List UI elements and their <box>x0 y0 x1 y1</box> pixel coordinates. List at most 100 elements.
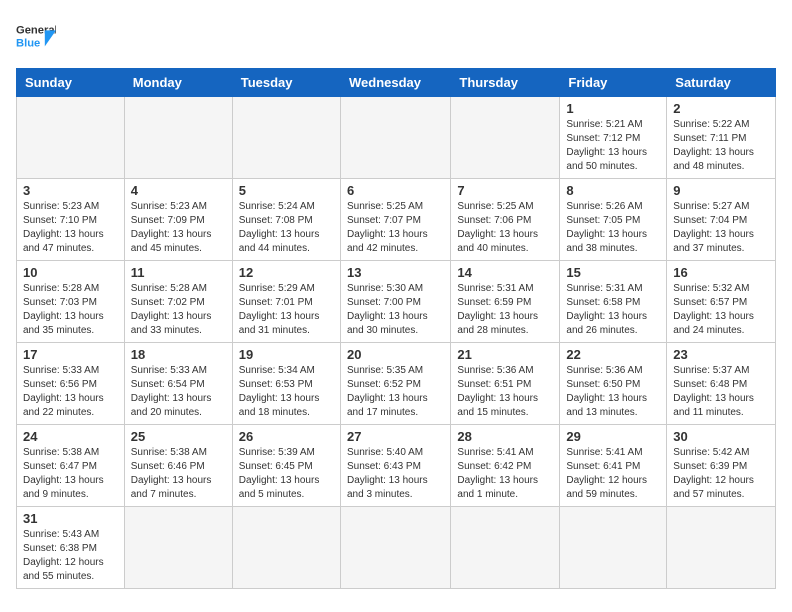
day-info: Sunrise: 5:30 AM Sunset: 7:00 PM Dayligh… <box>347 282 444 338</box>
calendar-cell: 20 Sunrise: 5:35 AM Sunset: 6:52 PM Dayli… <box>340 343 450 425</box>
day-number: 2 <box>673 101 769 116</box>
svg-text:Blue: Blue <box>16 37 40 49</box>
week-row-2: 10Sunrise: 5:28 AM Sunset: 7:03 PM Dayli… <box>17 261 776 343</box>
day-number: 23 <box>673 347 769 362</box>
week-row-3: 17 Sunrise: 5:33 AM Sunset: 6:56 PM Dayli… <box>17 343 776 425</box>
day-info: Sunrise: 5:35 AM Sunset: 6:52 PM Dayligh… <box>347 364 444 420</box>
day-info: Sunrise: 5:28 AM Sunset: 7:03 PM Dayligh… <box>23 282 118 338</box>
day-number: 21 <box>457 347 553 362</box>
day-number: 28 <box>457 429 553 444</box>
calendar-cell <box>451 507 560 589</box>
day-number: 29 <box>566 429 660 444</box>
calendar-cell <box>124 97 232 179</box>
day-number: 31 <box>23 511 118 526</box>
day-info: Sunrise: 5:21 AM Sunset: 7:12 PM Dayligh… <box>566 118 660 174</box>
calendar-cell: 13 Sunrise: 5:30 AM Sunset: 7:00 PM Dayli… <box>340 261 450 343</box>
day-number: 25 <box>131 429 226 444</box>
day-info: Sunrise: 5:42 AM Sunset: 6:39 PM Dayligh… <box>673 446 769 502</box>
day-info: Sunrise: 5:31 AM Sunset: 6:58 PM Dayligh… <box>566 282 660 338</box>
weekday-header-friday: Friday <box>560 69 667 97</box>
calendar-cell: 2 Sunrise: 5:22 AM Sunset: 7:11 PM Daylig… <box>667 97 776 179</box>
day-info: Sunrise: 5:22 AM Sunset: 7:11 PM Dayligh… <box>673 118 769 174</box>
day-number: 16 <box>673 265 769 280</box>
day-number: 22 <box>566 347 660 362</box>
weekday-header-thursday: Thursday <box>451 69 560 97</box>
day-info: Sunrise: 5:23 AM Sunset: 7:10 PM Dayligh… <box>23 200 118 256</box>
calendar-cell <box>124 507 232 589</box>
calendar-cell: 19 Sunrise: 5:34 AM Sunset: 6:53 PM Dayli… <box>232 343 340 425</box>
weekday-header-monday: Monday <box>124 69 232 97</box>
day-number: 17 <box>23 347 118 362</box>
day-info: Sunrise: 5:25 AM Sunset: 7:06 PM Dayligh… <box>457 200 553 256</box>
day-info: Sunrise: 5:37 AM Sunset: 6:48 PM Dayligh… <box>673 364 769 420</box>
day-info: Sunrise: 5:41 AM Sunset: 6:41 PM Dayligh… <box>566 446 660 502</box>
day-number: 1 <box>566 101 660 116</box>
day-info: Sunrise: 5:33 AM Sunset: 6:56 PM Dayligh… <box>23 364 118 420</box>
calendar-cell: 9Sunrise: 5:27 AM Sunset: 7:04 PM Daylig… <box>667 179 776 261</box>
day-info: Sunrise: 5:40 AM Sunset: 6:43 PM Dayligh… <box>347 446 444 502</box>
calendar-cell: 25 Sunrise: 5:38 AM Sunset: 6:46 PM Dayli… <box>124 425 232 507</box>
day-number: 5 <box>239 183 334 198</box>
calendar-cell: 29 Sunrise: 5:41 AM Sunset: 6:41 PM Dayli… <box>560 425 667 507</box>
day-info: Sunrise: 5:38 AM Sunset: 6:46 PM Dayligh… <box>131 446 226 502</box>
day-number: 27 <box>347 429 444 444</box>
day-number: 9 <box>673 183 769 198</box>
day-info: Sunrise: 5:34 AM Sunset: 6:53 PM Dayligh… <box>239 364 334 420</box>
week-row-1: 3Sunrise: 5:23 AM Sunset: 7:10 PM Daylig… <box>17 179 776 261</box>
week-row-5: 31 Sunrise: 5:43 AM Sunset: 6:38 PM Dayli… <box>17 507 776 589</box>
day-info: Sunrise: 5:41 AM Sunset: 6:42 PM Dayligh… <box>457 446 553 502</box>
calendar-cell <box>667 507 776 589</box>
calendar-cell: 18Sunrise: 5:33 AM Sunset: 6:54 PM Dayli… <box>124 343 232 425</box>
logo-area: General Blue <box>16 16 56 56</box>
calendar-cell: 11 Sunrise: 5:28 AM Sunset: 7:02 PM Dayli… <box>124 261 232 343</box>
generalblue-logo-icon: General Blue <box>16 16 56 56</box>
header: General Blue <box>16 16 776 56</box>
day-info: Sunrise: 5:28 AM Sunset: 7:02 PM Dayligh… <box>131 282 226 338</box>
calendar-cell: 28 Sunrise: 5:41 AM Sunset: 6:42 PM Dayli… <box>451 425 560 507</box>
calendar-cell: 24 Sunrise: 5:38 AM Sunset: 6:47 PM Dayli… <box>17 425 125 507</box>
week-row-4: 24 Sunrise: 5:38 AM Sunset: 6:47 PM Dayli… <box>17 425 776 507</box>
calendar-cell: 22Sunrise: 5:36 AM Sunset: 6:50 PM Dayli… <box>560 343 667 425</box>
calendar-cell <box>232 507 340 589</box>
day-number: 6 <box>347 183 444 198</box>
calendar-cell: 14 Sunrise: 5:31 AM Sunset: 6:59 PM Dayli… <box>451 261 560 343</box>
day-info: Sunrise: 5:38 AM Sunset: 6:47 PM Dayligh… <box>23 446 118 502</box>
weekday-header-sunday: Sunday <box>17 69 125 97</box>
day-info: Sunrise: 5:29 AM Sunset: 7:01 PM Dayligh… <box>239 282 334 338</box>
day-info: Sunrise: 5:24 AM Sunset: 7:08 PM Dayligh… <box>239 200 334 256</box>
day-number: 19 <box>239 347 334 362</box>
day-info: Sunrise: 5:32 AM Sunset: 6:57 PM Dayligh… <box>673 282 769 338</box>
calendar-cell <box>340 97 450 179</box>
calendar-cell <box>17 97 125 179</box>
day-number: 24 <box>23 429 118 444</box>
calendar-cell <box>232 97 340 179</box>
day-number: 30 <box>673 429 769 444</box>
day-number: 8 <box>566 183 660 198</box>
day-number: 11 <box>131 265 226 280</box>
calendar-cell: 31 Sunrise: 5:43 AM Sunset: 6:38 PM Dayli… <box>17 507 125 589</box>
calendar-cell: 17 Sunrise: 5:33 AM Sunset: 6:56 PM Dayli… <box>17 343 125 425</box>
day-info: Sunrise: 5:31 AM Sunset: 6:59 PM Dayligh… <box>457 282 553 338</box>
day-info: Sunrise: 5:43 AM Sunset: 6:38 PM Dayligh… <box>23 528 118 584</box>
day-info: Sunrise: 5:26 AM Sunset: 7:05 PM Dayligh… <box>566 200 660 256</box>
calendar-cell: 1 Sunrise: 5:21 AM Sunset: 7:12 PM Daylig… <box>560 97 667 179</box>
weekday-header-saturday: Saturday <box>667 69 776 97</box>
calendar-cell: 3Sunrise: 5:23 AM Sunset: 7:10 PM Daylig… <box>17 179 125 261</box>
weekday-header-row: SundayMondayTuesdayWednesdayThursdayFrid… <box>17 69 776 97</box>
calendar-cell: 10Sunrise: 5:28 AM Sunset: 7:03 PM Dayli… <box>17 261 125 343</box>
calendar-cell: 21Sunrise: 5:36 AM Sunset: 6:51 PM Dayli… <box>451 343 560 425</box>
calendar-cell: 6 Sunrise: 5:25 AM Sunset: 7:07 PM Daylig… <box>340 179 450 261</box>
day-number: 26 <box>239 429 334 444</box>
day-number: 14 <box>457 265 553 280</box>
calendar-cell: 7Sunrise: 5:25 AM Sunset: 7:06 PM Daylig… <box>451 179 560 261</box>
day-number: 20 <box>347 347 444 362</box>
day-info: Sunrise: 5:39 AM Sunset: 6:45 PM Dayligh… <box>239 446 334 502</box>
calendar-cell: 8 Sunrise: 5:26 AM Sunset: 7:05 PM Daylig… <box>560 179 667 261</box>
calendar-cell: 4Sunrise: 5:23 AM Sunset: 7:09 PM Daylig… <box>124 179 232 261</box>
day-info: Sunrise: 5:25 AM Sunset: 7:07 PM Dayligh… <box>347 200 444 256</box>
day-info: Sunrise: 5:33 AM Sunset: 6:54 PM Dayligh… <box>131 364 226 420</box>
calendar-cell: 26 Sunrise: 5:39 AM Sunset: 6:45 PM Dayli… <box>232 425 340 507</box>
calendar-cell <box>451 97 560 179</box>
calendar-cell: 30 Sunrise: 5:42 AM Sunset: 6:39 PM Dayli… <box>667 425 776 507</box>
day-number: 13 <box>347 265 444 280</box>
